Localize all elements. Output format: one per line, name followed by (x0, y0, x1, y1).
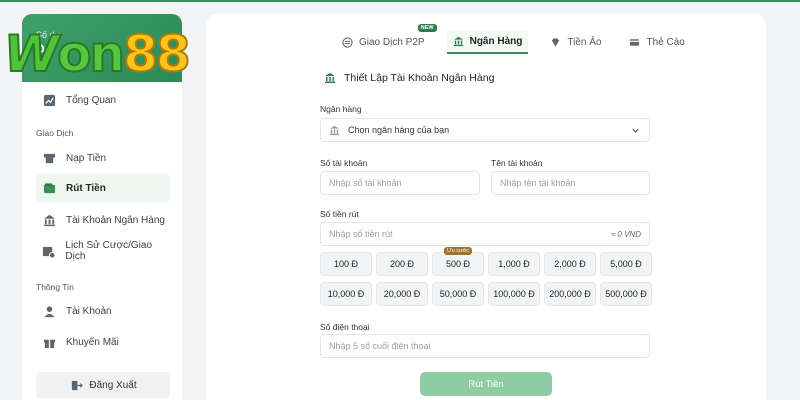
wallet-icon (42, 181, 56, 195)
logout-icon (69, 378, 83, 392)
sidebar-item-label: Rút Tiền (66, 182, 106, 194)
amount-label: Số tiền rút (320, 209, 359, 219)
phone-label: Số điện thoại (320, 322, 370, 332)
sidebar-item-label: Tài Khoản Ngân Hàng (66, 214, 165, 226)
section-title-transactions: Giao Dịch (36, 128, 74, 138)
section-title-info: Thông Tin (36, 282, 74, 292)
account-number-input[interactable]: Nhập số tài khoản (320, 171, 480, 195)
withdraw-submit-button[interactable]: Rút Tiền (420, 372, 552, 396)
tab-bank[interactable]: Ngân Hàng (446, 30, 529, 54)
bank-icon (325, 73, 335, 83)
sidebar-item-withdraw[interactable]: Rút Tiền (36, 174, 170, 202)
payment-method-tabs: Giao Dịch P2P NEW Ngân Hàng Tiền Ảo Thẻ … (336, 24, 691, 56)
bank-icon (329, 125, 340, 135)
quick-amount-button[interactable]: 100,000 Đ (488, 282, 540, 306)
quick-amount-button[interactable]: 2,000 Đ (544, 252, 596, 276)
sidebar-item-label: Khuyến Mãi (66, 336, 119, 348)
bank-icon (453, 36, 463, 46)
tab-label: Thẻ Cào (646, 36, 685, 48)
bank-label: Ngân hàng (320, 104, 362, 114)
amount-input[interactable]: Nhập số tiền rút ≈ 0 VND (320, 222, 650, 246)
quick-amount-button[interactable]: 20,000 Đ (376, 282, 428, 306)
quick-amount-button[interactable]: Ưu cước 500 Đ (432, 247, 484, 276)
diamond-icon (552, 37, 560, 47)
sidebar-item-label: Tài Khoản (66, 305, 112, 317)
gift-icon (42, 335, 56, 349)
phone-input[interactable]: Nhập 5 số cuối điện thoại (320, 334, 650, 358)
tab-card[interactable]: Thẻ Cào (623, 30, 690, 54)
sidebar-item-overview[interactable]: Tổng Quan (36, 86, 170, 114)
account-number-label: Số tài khoản (320, 158, 368, 168)
quick-amount-button[interactable]: 200,000 Đ (544, 282, 596, 306)
sidebar-item-history[interactable]: Lịch Sử Cược/Giao Dịch (36, 237, 170, 265)
history-icon (42, 244, 56, 258)
tab-p2p[interactable]: Giao Dịch P2P NEW (336, 24, 437, 54)
user-icon (42, 304, 56, 318)
tab-label: Giao Dịch P2P (359, 36, 425, 48)
chevron-down-icon (632, 128, 639, 133)
deposit-icon (42, 151, 56, 165)
withdraw-panel: Giao Dịch P2P NEW Ngân Hàng Tiền Ảo Thẻ … (206, 14, 766, 400)
sidebar-item-label: Lịch Sử Cược/Giao Dịch (65, 240, 153, 262)
card-icon (630, 38, 640, 46)
tab-crypto[interactable]: Tiền Ảo (544, 30, 607, 54)
tab-label: Tiền Ảo (567, 36, 602, 48)
sidebar-item-account[interactable]: Tài Khoản (36, 297, 170, 325)
form-title-text: Thiết Lập Tài Khoản Ngân Hàng (344, 72, 495, 84)
brand-logo: Won 88 (3, 25, 192, 83)
amount-converted: ≈ 0 VND (610, 229, 641, 239)
sidebar-item-label: Nạp Tiền (66, 152, 107, 164)
bank-select[interactable]: Chọn ngân hàng của bạn (320, 118, 650, 142)
tab-label: Ngân Hàng (469, 35, 523, 47)
quick-amount-button[interactable]: 5,000 Đ (600, 252, 652, 276)
logout-button[interactable]: Đăng Xuất (36, 372, 170, 398)
amount-tag: Ưu cước (443, 247, 473, 255)
quick-amount-button[interactable]: 500,000 Đ (600, 282, 652, 306)
quick-amount-button[interactable]: 1,000 Đ (488, 252, 540, 276)
chart-icon (42, 93, 56, 107)
sidebar-item-label: Tổng Quan (66, 94, 117, 106)
exchange-icon (342, 36, 353, 48)
quick-amount-button[interactable]: 100 Đ (320, 252, 372, 276)
new-badge: NEW (417, 24, 437, 32)
sidebar-item-promotions[interactable]: Khuyến Mãi (36, 328, 170, 356)
quick-amount-button[interactable]: 50,000 Đ (432, 282, 484, 306)
sidebar-item-bank-account[interactable]: Tài Khoản Ngân Hàng (36, 206, 170, 234)
logout-label: Đăng Xuất (89, 379, 137, 391)
sidebar-item-deposit[interactable]: Nạp Tiền (36, 144, 170, 172)
form-title: Thiết Lập Tài Khoản Ngân Hàng (324, 72, 494, 84)
bank-select-value: Chọn ngân hàng của bạn (348, 125, 450, 135)
quick-amount-button[interactable]: 10,000 Đ (320, 282, 372, 306)
quick-amount-button[interactable]: 200 Đ (376, 252, 428, 276)
top-accent-line (0, 0, 800, 2)
bank-icon (42, 213, 56, 227)
account-name-input[interactable]: Nhập tên tài khoản (491, 171, 650, 195)
account-name-label: Tên tài khoản (491, 158, 543, 168)
